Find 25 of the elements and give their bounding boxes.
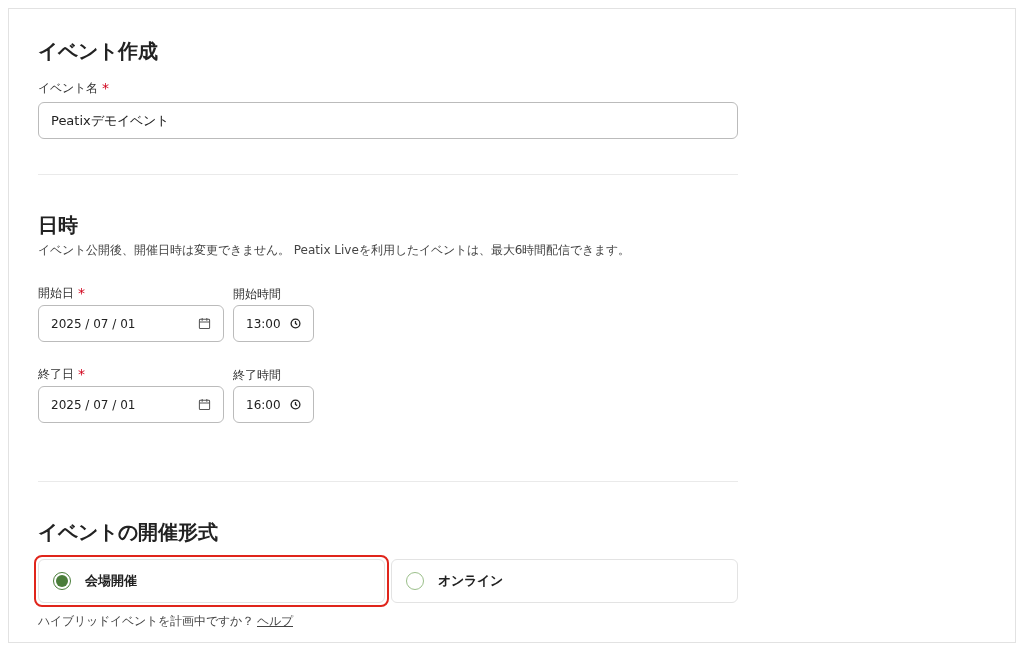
note-text: イベント公開後、開催日時は変更できません。 Peatix Liveを利用したイベントは、最大6時間配信できます。: [38, 242, 632, 259]
time-field[interactable]: 13:00: [233, 305, 314, 342]
field-label: 開始日: [38, 285, 74, 302]
calendar-icon: [198, 398, 211, 411]
section-heading: 日時: [38, 213, 79, 238]
required-mark: *: [78, 367, 85, 381]
format-option[interactable]: 会場開催: [38, 559, 385, 603]
date-field[interactable]: 2025 / 07 / 01: [38, 305, 224, 342]
clock-icon: [290, 399, 301, 410]
event-name-input[interactable]: Peatixデモイベント: [38, 102, 738, 139]
section-heading: イベントの開催形式: [38, 520, 219, 545]
time-field[interactable]: 16:00: [233, 386, 314, 423]
clock-icon: [290, 318, 301, 329]
calendar-icon: [198, 317, 211, 330]
required-mark: *: [102, 81, 109, 95]
hint-text: ハイブリッドイベントを計画中ですか？: [38, 613, 254, 630]
date-field[interactable]: 2025 / 07 / 01: [38, 386, 224, 423]
field-label: イベント名: [38, 80, 98, 97]
help-link[interactable]: ヘルプ: [257, 612, 293, 630]
section-heading: イベント作成: [38, 39, 159, 64]
field-label: 開始時間: [233, 286, 282, 301]
field-label: 終了日: [38, 366, 74, 383]
format-option[interactable]: オンライン: [391, 559, 738, 603]
field-label: 終了時間: [233, 367, 282, 382]
required-mark: *: [78, 286, 85, 300]
